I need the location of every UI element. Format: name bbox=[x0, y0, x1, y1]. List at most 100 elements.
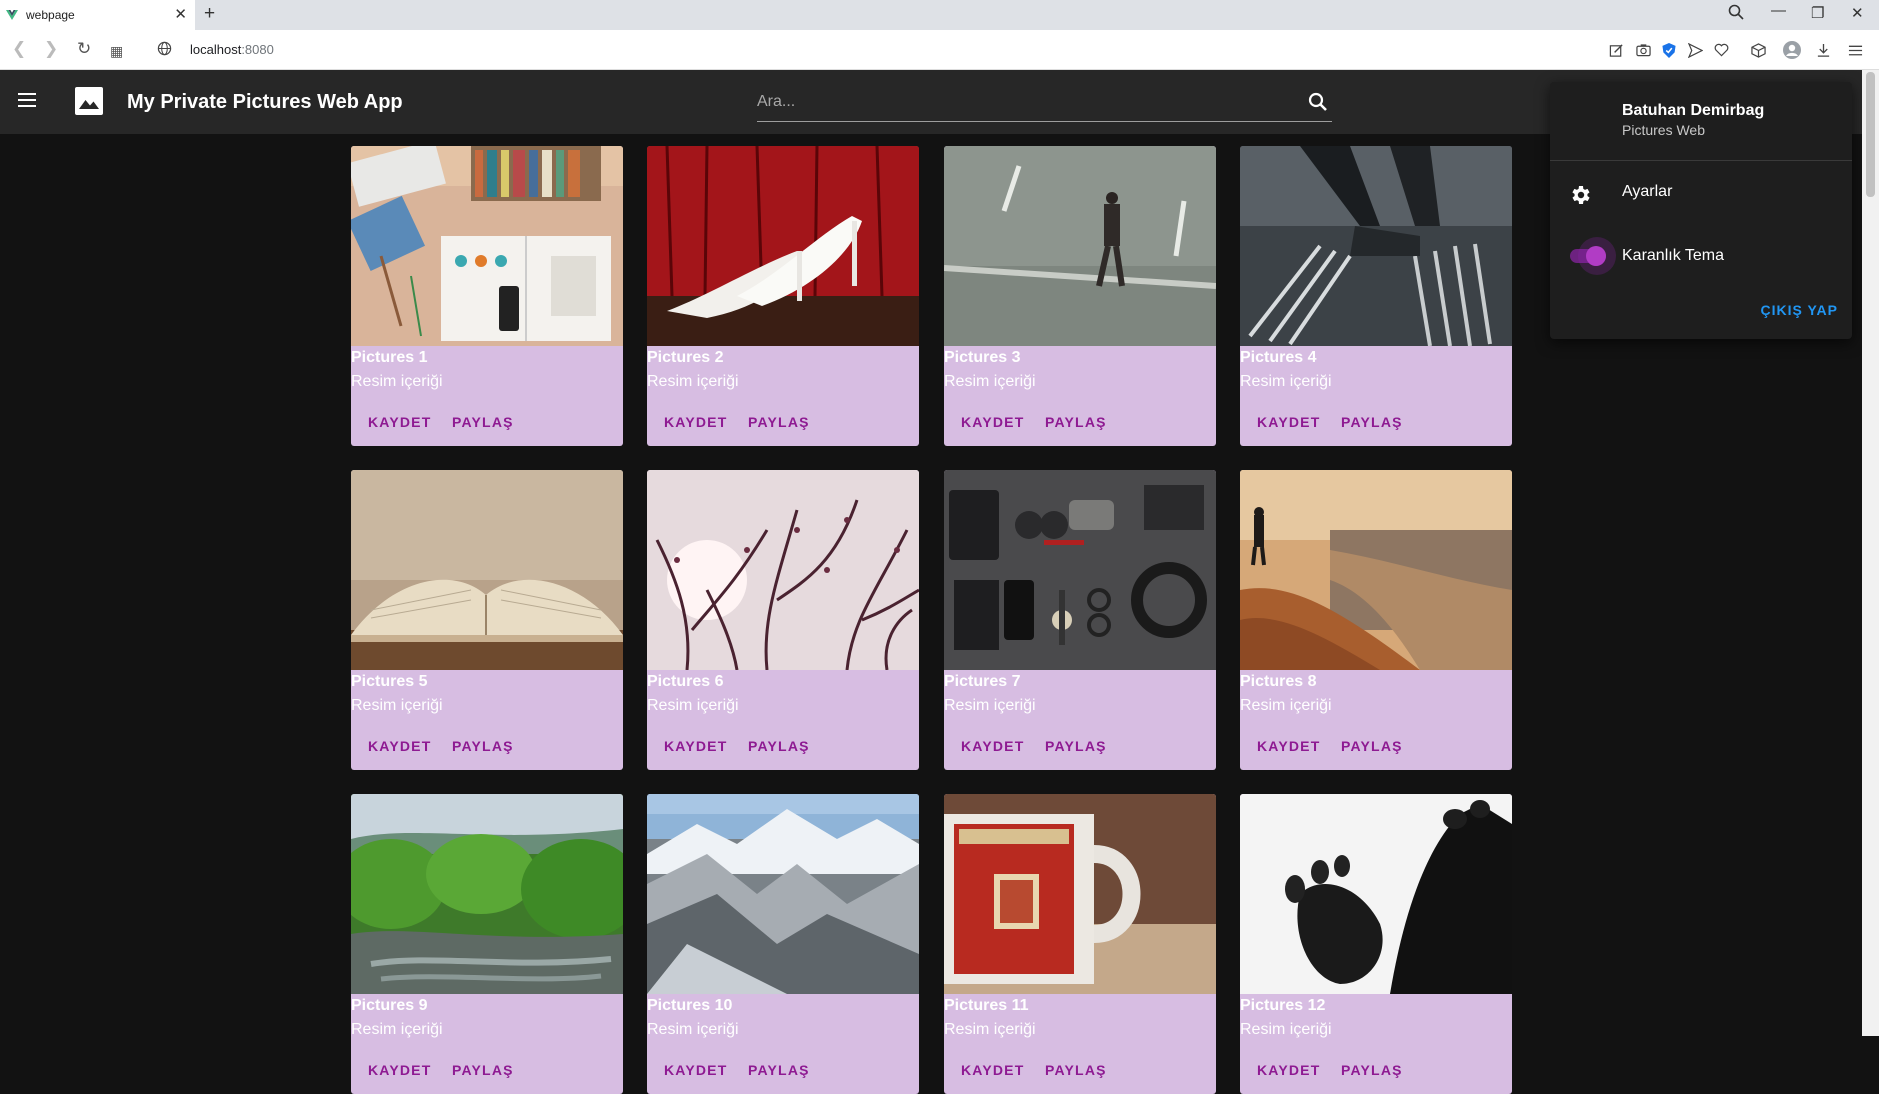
card-subtitle: Resim içeriği bbox=[647, 1021, 739, 1038]
settings-item[interactable]: Ayarlar bbox=[1622, 183, 1672, 201]
picture-card: Pictures 6 Resim içeriği KAYDET PAYLAŞ bbox=[647, 470, 919, 770]
share-button[interactable]: PAYLAŞ bbox=[740, 404, 818, 440]
card-title: Pictures 8 bbox=[1240, 673, 1317, 690]
address-bar: ❮ ❯ ↻ ▦ localhost:8080 bbox=[0, 30, 1879, 70]
picture-4-image[interactable] bbox=[1240, 146, 1512, 346]
save-button[interactable]: KAYDET bbox=[1249, 404, 1328, 440]
card-subtitle: Resim içeriği bbox=[1240, 373, 1332, 390]
save-button[interactable]: KAYDET bbox=[656, 728, 735, 764]
card-title: Pictures 3 bbox=[944, 349, 1021, 366]
heart-icon[interactable] bbox=[1712, 41, 1730, 59]
dark-theme-label: Karanlık Tema bbox=[1622, 247, 1724, 264]
page-scrollbar[interactable] bbox=[1862, 70, 1879, 1036]
profile-menu: Batuhan Demirbag Pictures Web Ayarlar Ka… bbox=[1550, 82, 1852, 339]
share-button[interactable]: PAYLAŞ bbox=[1333, 404, 1411, 440]
save-button[interactable]: KAYDET bbox=[656, 404, 735, 440]
save-button[interactable]: KAYDET bbox=[360, 404, 439, 440]
save-button[interactable]: KAYDET bbox=[1249, 728, 1328, 764]
picture-card: Pictures 4 Resim içeriği KAYDET PAYLAŞ bbox=[1240, 146, 1512, 446]
site-info-icon[interactable] bbox=[157, 41, 172, 61]
save-button[interactable]: KAYDET bbox=[656, 1052, 735, 1088]
picture-card: Pictures 5 Resim içeriği KAYDET PAYLAŞ bbox=[351, 470, 623, 770]
close-tab-icon[interactable]: ✕ bbox=[174, 7, 187, 22]
send-icon[interactable] bbox=[1686, 41, 1704, 59]
card-subtitle: Resim içeriği bbox=[1240, 697, 1332, 714]
forward-icon[interactable]: ❯ bbox=[44, 40, 58, 58]
search-icon[interactable] bbox=[1306, 90, 1330, 114]
picture-5-image[interactable] bbox=[351, 470, 623, 670]
picture-card: Pictures 1 Resim içeriği KAYDET PAYLAŞ bbox=[351, 146, 623, 446]
gear-icon[interactable] bbox=[1568, 183, 1592, 207]
browser-tab[interactable]: webpage ✕ bbox=[0, 0, 195, 30]
download-icon[interactable] bbox=[1814, 41, 1832, 59]
hamburger-menu-icon[interactable] bbox=[15, 88, 39, 112]
picture-10-image[interactable] bbox=[647, 794, 919, 994]
logout-button[interactable]: ÇIKIŞ YAP bbox=[1761, 302, 1838, 318]
new-tab-icon[interactable]: + bbox=[204, 4, 215, 24]
url-host: localhost bbox=[190, 42, 242, 57]
share-button[interactable]: PAYLAŞ bbox=[1333, 728, 1411, 764]
share-button[interactable]: PAYLAŞ bbox=[444, 728, 522, 764]
share-button[interactable]: PAYLAŞ bbox=[1037, 728, 1115, 764]
picture-12-image[interactable] bbox=[1240, 794, 1512, 994]
save-button[interactable]: KAYDET bbox=[360, 1052, 439, 1088]
search-bar bbox=[757, 82, 1332, 122]
box-icon[interactable] bbox=[1749, 41, 1767, 59]
share-button[interactable]: PAYLAŞ bbox=[1333, 1052, 1411, 1088]
card-title: Pictures 5 bbox=[351, 673, 428, 690]
save-button[interactable]: KAYDET bbox=[360, 728, 439, 764]
tabs-grid-icon[interactable]: ▦ bbox=[110, 42, 123, 60]
profile-name: Batuhan Demirbag bbox=[1622, 102, 1765, 119]
picture-card: Pictures 11 Resim içeriği KAYDET PAYLAŞ bbox=[944, 794, 1216, 1094]
browser-search-icon[interactable] bbox=[1728, 4, 1744, 24]
card-title: Pictures 1 bbox=[351, 349, 428, 366]
card-subtitle: Resim içeriği bbox=[944, 1021, 1036, 1038]
card-subtitle: Resim içeriği bbox=[647, 373, 739, 390]
picture-1-image[interactable] bbox=[351, 146, 623, 346]
url-field[interactable]: localhost:8080 bbox=[190, 42, 274, 57]
picture-11-image[interactable] bbox=[944, 794, 1216, 994]
profile-avatar-icon[interactable] bbox=[1783, 41, 1801, 59]
picture-9-image[interactable] bbox=[351, 794, 623, 994]
share-button[interactable]: PAYLAŞ bbox=[444, 404, 522, 440]
profile-subtitle: Pictures Web bbox=[1622, 122, 1705, 138]
search-input[interactable] bbox=[757, 90, 1277, 114]
app-title: My Private Pictures Web App bbox=[127, 91, 403, 113]
share-button[interactable]: PAYLAŞ bbox=[1037, 404, 1115, 440]
card-title: Pictures 12 bbox=[1240, 997, 1326, 1014]
picture-card: Pictures 7 Resim içeriği KAYDET PAYLAŞ bbox=[944, 470, 1216, 770]
picture-2-image[interactable] bbox=[647, 146, 919, 346]
image-logo-icon bbox=[75, 87, 103, 115]
restore-icon[interactable]: ❐ bbox=[1811, 4, 1824, 22]
card-title: Pictures 4 bbox=[1240, 349, 1317, 366]
dark-theme-toggle[interactable] bbox=[1568, 237, 1616, 275]
share-button[interactable]: PAYLAŞ bbox=[444, 1052, 522, 1088]
shield-icon[interactable] bbox=[1660, 41, 1678, 59]
card-title: Pictures 7 bbox=[944, 673, 1021, 690]
reload-icon[interactable]: ↻ bbox=[77, 40, 91, 58]
vue-favicon-icon bbox=[6, 10, 18, 20]
save-button[interactable]: KAYDET bbox=[953, 404, 1032, 440]
camera-icon[interactable] bbox=[1634, 41, 1652, 59]
picture-6-image[interactable] bbox=[647, 470, 919, 670]
save-button[interactable]: KAYDET bbox=[953, 728, 1032, 764]
scrollbar-thumb[interactable] bbox=[1866, 72, 1875, 197]
save-button[interactable]: KAYDET bbox=[953, 1052, 1032, 1088]
minimize-icon[interactable]: — bbox=[1771, 2, 1786, 19]
share-button[interactable]: PAYLAŞ bbox=[740, 1052, 818, 1088]
picture-8-image[interactable] bbox=[1240, 470, 1512, 670]
window-close-icon[interactable]: ✕ bbox=[1851, 4, 1864, 22]
card-subtitle: Resim içeriği bbox=[944, 373, 1036, 390]
card-subtitle: Resim içeriği bbox=[351, 1021, 443, 1038]
picture-card: Pictures 2 Resim içeriği KAYDET PAYLAŞ bbox=[647, 146, 919, 446]
card-title: Pictures 10 bbox=[647, 997, 733, 1014]
share-button[interactable]: PAYLAŞ bbox=[740, 728, 818, 764]
card-title: Pictures 9 bbox=[351, 997, 428, 1014]
back-icon[interactable]: ❮ bbox=[12, 40, 26, 58]
browser-menu-icon[interactable] bbox=[1846, 41, 1864, 59]
picture-7-image[interactable] bbox=[944, 470, 1216, 670]
share-button[interactable]: PAYLAŞ bbox=[1037, 1052, 1115, 1088]
edit-icon[interactable] bbox=[1607, 41, 1625, 59]
picture-3-image[interactable] bbox=[944, 146, 1216, 346]
save-button[interactable]: KAYDET bbox=[1249, 1052, 1328, 1088]
